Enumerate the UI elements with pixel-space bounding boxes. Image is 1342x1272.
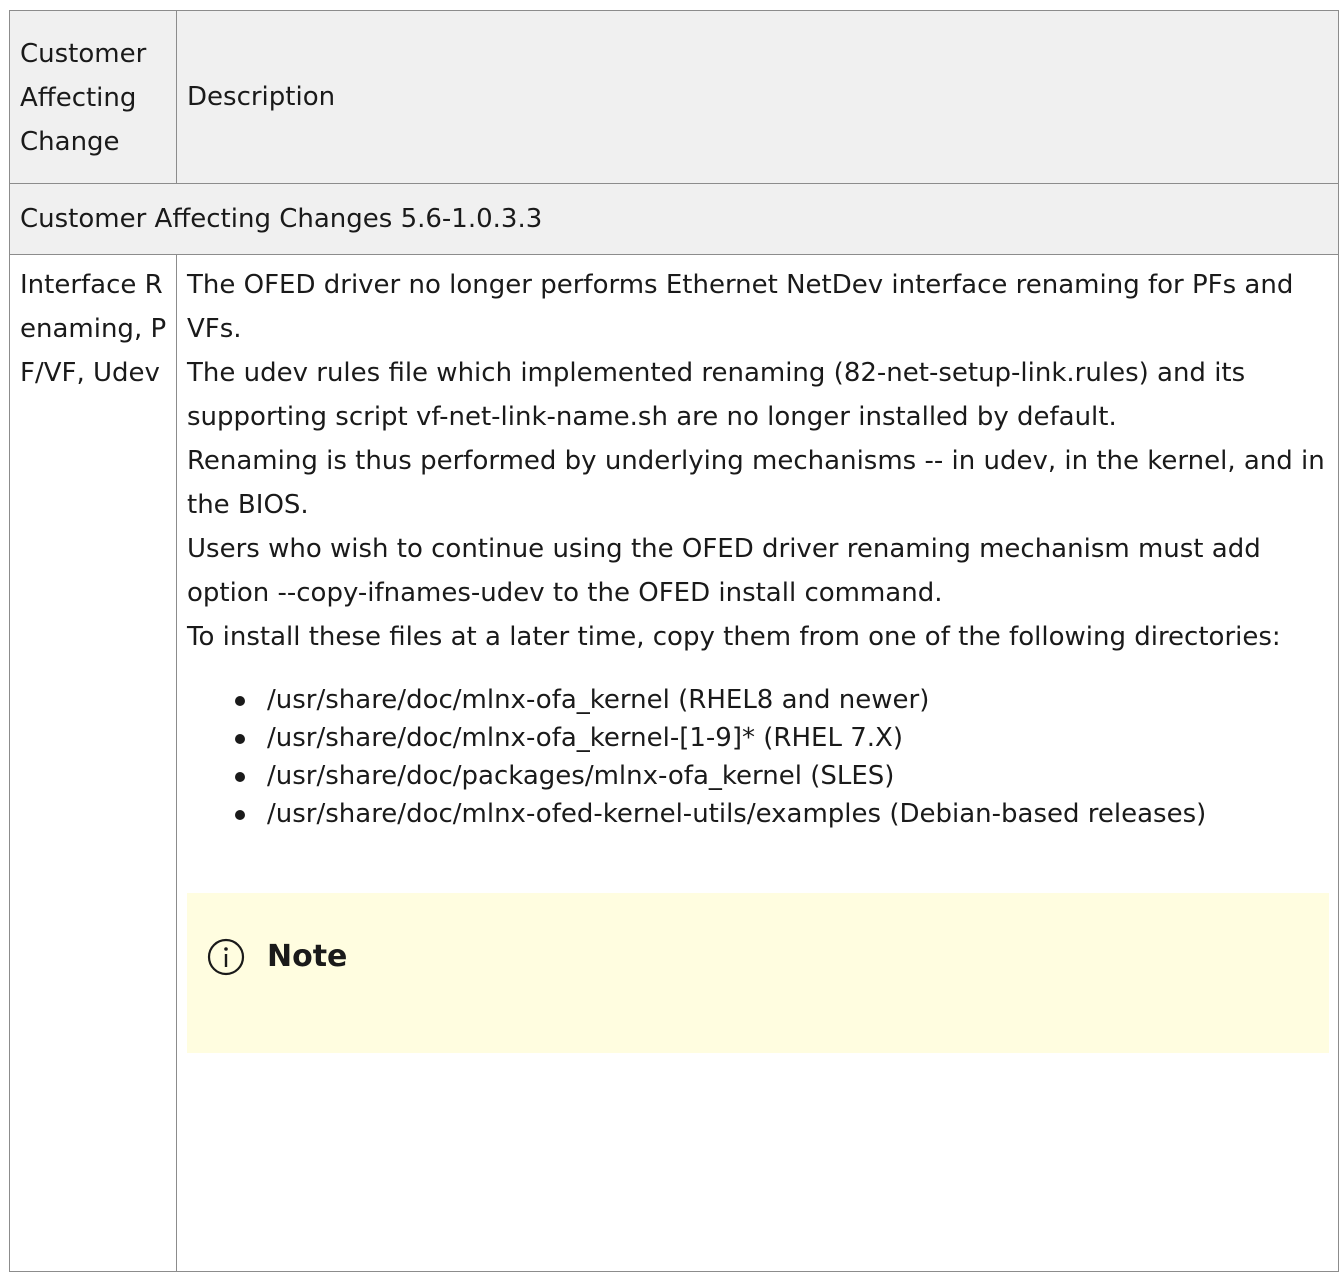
info-icon	[207, 938, 245, 976]
section-row: Customer Affecting Changes 5.6-1.0.3.3	[9, 183, 1339, 255]
section-title: Customer Affecting Changes 5.6-1.0.3.3	[9, 183, 1339, 255]
change-name-cell: Interface Renaming, PF/VF, Udev	[9, 254, 177, 1272]
description-line: The udev rules file which implemented re…	[187, 358, 1246, 432]
header-customer-affecting-change: Customer Affecting Change	[9, 10, 177, 184]
note-header: Note	[207, 935, 347, 979]
table-header-row: Customer Affecting Change Description	[9, 10, 1339, 184]
header-description: Description	[176, 10, 1339, 184]
table-row: Interface Renaming, PF/VF, Udev The OFED…	[9, 254, 1339, 1272]
customer-affecting-changes-table: Customer Affecting Change Description Cu…	[9, 10, 1339, 1272]
description-line: To install these files at a later time, …	[187, 622, 1281, 652]
list-item: /usr/share/doc/packages/mlnx-ofa_kernel …	[235, 757, 1328, 795]
note-title: Note	[267, 939, 348, 974]
list-item: /usr/share/doc/mlnx-ofed-kernel-utils/ex…	[235, 795, 1328, 833]
description-line: Users who wish to continue using the OFE…	[187, 534, 1261, 608]
directory-list: /usr/share/doc/mlnx-ofa_kernel (RHEL8 an…	[187, 681, 1328, 833]
description-line: Renaming is thus performed by underlying…	[187, 446, 1325, 520]
list-item: /usr/share/doc/mlnx-ofa_kernel (RHEL8 an…	[235, 681, 1328, 719]
note-panel: Note	[187, 893, 1329, 1053]
list-item: /usr/share/doc/mlnx-ofa_kernel-[1-9]* (R…	[235, 719, 1328, 757]
change-name: Interface Renaming, PF/VF, Udev	[20, 270, 167, 388]
description-cell: The OFED driver no longer performs Ether…	[176, 254, 1339, 1272]
description-line: The OFED driver no longer performs Ether…	[187, 270, 1294, 344]
